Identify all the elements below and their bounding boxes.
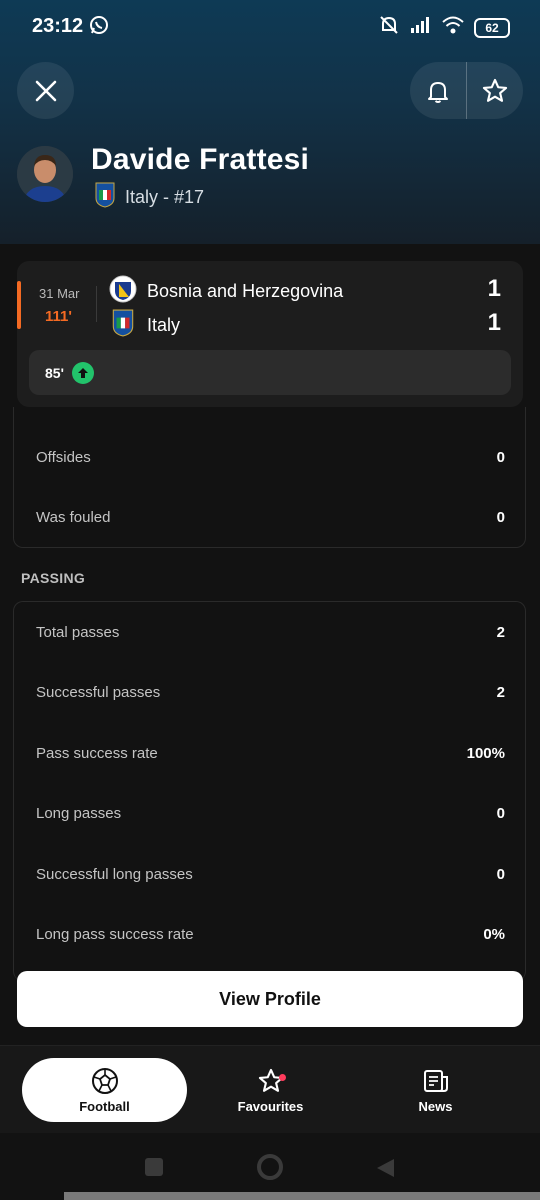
stat-value: 0 [496, 805, 505, 822]
stat-value: 2 [496, 624, 505, 641]
home-score: 1 [487, 275, 501, 302]
nav-label: News [418, 1098, 453, 1114]
stat-row: Total passes 2 [36, 624, 505, 641]
stat-row: Was fouled 0 [36, 509, 505, 526]
wifi-icon [442, 16, 464, 39]
stat-value: 0% [483, 926, 505, 943]
circle-home-icon [257, 1154, 283, 1180]
stat-row: Offsides 0 [36, 449, 505, 466]
stat-row: Pass success rate 100% [36, 745, 505, 762]
divider [96, 286, 97, 322]
bosnia-crest-icon [109, 275, 137, 308]
stat-row: Successful long passes 0 [36, 866, 505, 883]
signal-icon [410, 16, 432, 39]
status-time: 23:12 [32, 15, 84, 37]
football-icon [91, 1067, 118, 1094]
event-minute: 85' [45, 364, 64, 381]
live-indicator [17, 281, 21, 329]
match-card[interactable]: 31 Mar 111' Bosnia and Herzegovina 1 Ita… [17, 261, 523, 407]
stat-row: Long pass success rate 0% [36, 926, 505, 943]
italy-crest-icon [109, 309, 137, 342]
home-team-name: Bosnia and Herzegovina [147, 281, 344, 301]
nav-item-favourites[interactable]: Favourites [188, 1058, 353, 1122]
stat-value: 2 [496, 684, 505, 701]
stat-value: 100% [466, 745, 505, 762]
away-team-row: Italy [109, 309, 180, 342]
substitution-event: 85' [29, 350, 511, 395]
nav-item-football[interactable]: Football [22, 1058, 187, 1122]
stat-label: Long pass success rate [36, 926, 194, 943]
stat-label: Pass success rate [36, 745, 158, 762]
bell-icon [428, 81, 448, 103]
stat-label: Was fouled [36, 509, 111, 526]
section-title-passing: PASSING [21, 570, 86, 586]
news-icon [423, 1069, 448, 1092]
stat-value: 0 [496, 866, 505, 883]
status-bar: 23:12 62 [0, 0, 540, 54]
stat-label: Successful long passes [36, 866, 193, 883]
notification-button[interactable] [410, 62, 466, 119]
player-name: Davide Frattesi [91, 143, 310, 176]
sub-in-arrow-up-icon [71, 361, 94, 384]
view-profile-button[interactable]: View Profile [17, 971, 523, 1027]
gesture-bar [64, 1192, 540, 1200]
back-button[interactable] [375, 1158, 395, 1183]
italy-crest-icon [95, 182, 115, 213]
recents-button[interactable] [145, 1158, 163, 1181]
triangle-back-icon [377, 1159, 394, 1177]
nav-label: Football [79, 1098, 130, 1114]
stat-label: Total passes [36, 624, 120, 641]
match-minute: 111' [45, 308, 72, 325]
system-navigation-bar [0, 1133, 540, 1200]
stat-value: 0 [496, 449, 505, 466]
player-team-number: Italy - #17 [125, 187, 205, 207]
stat-label: Offsides [36, 449, 91, 466]
whatsapp-icon [89, 15, 109, 40]
battery-indicator: 62 [474, 17, 510, 38]
stat-row: Long passes 0 [36, 805, 505, 822]
stats-card-misc: Offsides 0 Was fouled 0 [13, 407, 526, 548]
bottom-navigation: Football Favourites News [0, 1045, 540, 1133]
favourite-button[interactable] [467, 62, 523, 119]
player-team-line: Italy - #17 [95, 182, 204, 213]
stat-value: 0 [496, 509, 505, 526]
notification-dot [279, 1074, 286, 1081]
match-date: 31 Mar [39, 286, 80, 301]
away-team-name: Italy [147, 315, 181, 335]
home-button[interactable] [256, 1153, 284, 1186]
action-pill [410, 62, 523, 119]
star-outline-icon [482, 78, 508, 102]
nav-item-news[interactable]: News [353, 1058, 518, 1122]
close-icon [35, 80, 56, 101]
square-icon [145, 1158, 163, 1176]
stat-label: Long passes [36, 805, 122, 822]
stats-card-passing: Total passes 2 Successful passes 2 Pass … [13, 601, 526, 981]
nav-label: Favourites [237, 1098, 304, 1114]
mute-icon [378, 14, 400, 41]
away-score: 1 [487, 309, 501, 336]
close-button[interactable] [17, 62, 74, 119]
home-team-row: Bosnia and Herzegovina [109, 275, 343, 308]
stat-label: Successful passes [36, 684, 161, 701]
stat-row: Successful passes 2 [36, 684, 505, 701]
player-avatar [17, 146, 73, 202]
